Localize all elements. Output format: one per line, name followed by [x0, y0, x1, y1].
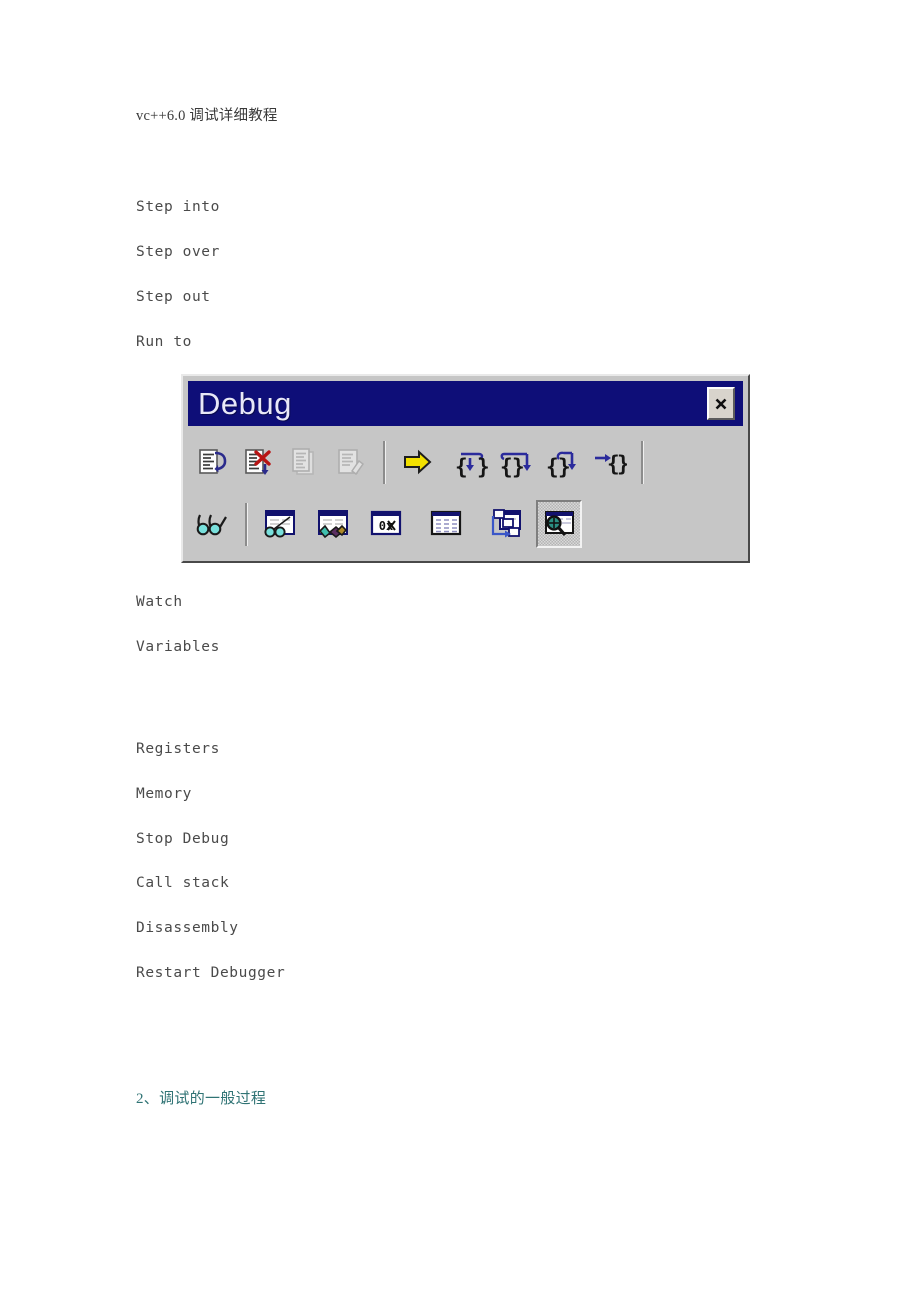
- list-item-stop-debug: Stop Debug: [136, 831, 230, 847]
- step-into-icon[interactable]: { }: [448, 438, 494, 486]
- list-item-memory: Memory: [136, 786, 192, 802]
- list-item-run-to: Run to: [136, 334, 192, 350]
- list-item-registers: Registers: [136, 741, 220, 757]
- step-over-icon[interactable]: { }: [494, 438, 540, 486]
- list-item-call-stack: Call stack: [136, 875, 230, 891]
- variables-window-icon[interactable]: [310, 500, 356, 548]
- svg-text:}: }: [477, 455, 489, 479]
- svg-text:{: {: [500, 455, 513, 479]
- list-item-restart-debugger: Restart Debugger: [136, 965, 286, 981]
- step-out-icon[interactable]: { }: [540, 438, 586, 486]
- toolbar-separator-1: [383, 440, 386, 484]
- page-title: vc++6.0 调试详细教程: [136, 108, 278, 124]
- svg-text:}: }: [617, 452, 627, 476]
- disassembly-icon[interactable]: [536, 500, 582, 548]
- list-item-watch: Watch: [136, 594, 183, 610]
- svg-text:{: {: [546, 455, 559, 479]
- go-arrow-icon[interactable]: [395, 438, 441, 486]
- quickwatch-glasses-icon[interactable]: [190, 500, 236, 548]
- list-item-step-over: Step over: [136, 244, 220, 260]
- run-to-cursor-icon[interactable]: { }: [586, 438, 632, 486]
- call-stack-icon[interactable]: [483, 500, 529, 548]
- section-heading: 2、调试的一般过程: [136, 1091, 267, 1107]
- toolbar-separator-2: [641, 440, 644, 484]
- toolbar-inner: Debug {} {} {} {0x: [186, 379, 745, 558]
- insert-remove-breakpoint-icon[interactable]: [190, 438, 236, 486]
- registers-window-icon[interactable]: 0x: [363, 500, 409, 548]
- toolbar-titlebar: Debug: [188, 381, 743, 426]
- debug-toolbar-window: Debug {} {} {} {0x: [181, 374, 750, 563]
- toolbar-row-debug-windows: 0x: [190, 493, 741, 555]
- svg-text:{: {: [455, 455, 468, 479]
- remove-all-breakpoints-icon[interactable]: [236, 438, 282, 486]
- svg-text:}: }: [558, 455, 571, 479]
- document-page: vc++6.0 调试详细教程 Step into Step over Step …: [0, 0, 920, 1302]
- toolbar-separator-3: [245, 502, 248, 546]
- toolbar-title: Debug: [198, 386, 292, 421]
- disable-breakpoint-icon: [282, 438, 328, 486]
- list-item-step-into: Step into: [136, 199, 220, 215]
- svg-text:}: }: [512, 455, 525, 479]
- memory-window-icon[interactable]: [423, 500, 469, 548]
- toolbar-row-breakpoints-and-stepping: { } { } {} {: [190, 431, 741, 493]
- watch-window-icon[interactable]: [257, 500, 303, 548]
- list-item-step-out: Step out: [136, 289, 211, 305]
- edit-breakpoint-icon: [328, 438, 374, 486]
- list-item-variables: Variables: [136, 639, 220, 655]
- close-icon[interactable]: [707, 387, 735, 420]
- list-item-disassembly: Disassembly: [136, 920, 239, 936]
